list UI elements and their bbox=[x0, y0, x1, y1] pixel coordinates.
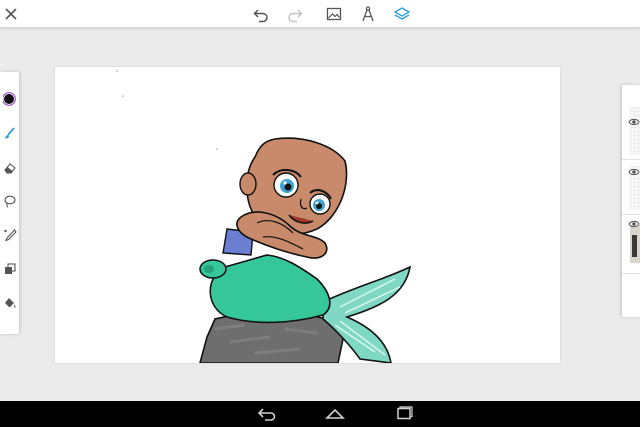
layer-thumbnail bbox=[630, 107, 640, 155]
undo-icon bbox=[253, 9, 268, 23]
left-toolbar bbox=[0, 72, 19, 334]
pen-nib-icon bbox=[3, 229, 17, 242]
undo-button[interactable] bbox=[250, 3, 272, 25]
recents-button[interactable] bbox=[392, 405, 416, 423]
system-navigation-bar bbox=[0, 401, 640, 427]
shapes-icon bbox=[4, 263, 16, 274]
image-button[interactable] bbox=[323, 3, 345, 25]
shape-tool-button[interactable] bbox=[0, 258, 19, 280]
layer-item[interactable] bbox=[622, 162, 640, 215]
image-icon bbox=[326, 7, 342, 21]
brush-tool-button[interactable] bbox=[0, 122, 19, 144]
layer-item[interactable] bbox=[622, 217, 640, 274]
eraser-icon bbox=[3, 163, 16, 174]
brush-icon bbox=[4, 127, 15, 139]
lasso-tool-button[interactable] bbox=[0, 190, 19, 212]
color-swatch-icon bbox=[2, 92, 16, 106]
eye-icon[interactable] bbox=[628, 218, 640, 230]
layer-item[interactable] bbox=[622, 103, 640, 160]
paint-bucket-icon bbox=[4, 298, 16, 308]
layers-icon bbox=[393, 7, 411, 20]
compass-icon bbox=[362, 6, 374, 22]
close-button[interactable] bbox=[0, 3, 22, 25]
lasso-icon bbox=[3, 195, 16, 208]
redo-icon bbox=[288, 9, 303, 23]
thumbnail-figure bbox=[632, 235, 637, 257]
back-button[interactable] bbox=[255, 405, 279, 423]
eye-icon[interactable] bbox=[628, 166, 640, 178]
layers-button[interactable] bbox=[391, 3, 413, 25]
eraser-tool-button[interactable] bbox=[0, 157, 19, 179]
pen-tool-button[interactable] bbox=[0, 224, 19, 246]
compass-button[interactable] bbox=[357, 3, 379, 25]
back-icon bbox=[257, 408, 276, 421]
eye-icon[interactable] bbox=[628, 116, 640, 128]
redo-button[interactable] bbox=[284, 3, 306, 25]
fill-tool-button[interactable] bbox=[0, 292, 19, 314]
recents-icon bbox=[397, 406, 413, 420]
layer-thumbnail bbox=[630, 225, 640, 263]
drawing-canvas[interactable] bbox=[55, 67, 560, 363]
mermaid-drawing bbox=[116, 70, 412, 363]
top-toolbar bbox=[0, 0, 640, 28]
home-button[interactable] bbox=[323, 405, 347, 423]
color-picker-button[interactable] bbox=[0, 88, 19, 110]
layers-panel bbox=[622, 85, 640, 317]
home-icon bbox=[325, 408, 345, 419]
close-icon bbox=[5, 8, 17, 20]
